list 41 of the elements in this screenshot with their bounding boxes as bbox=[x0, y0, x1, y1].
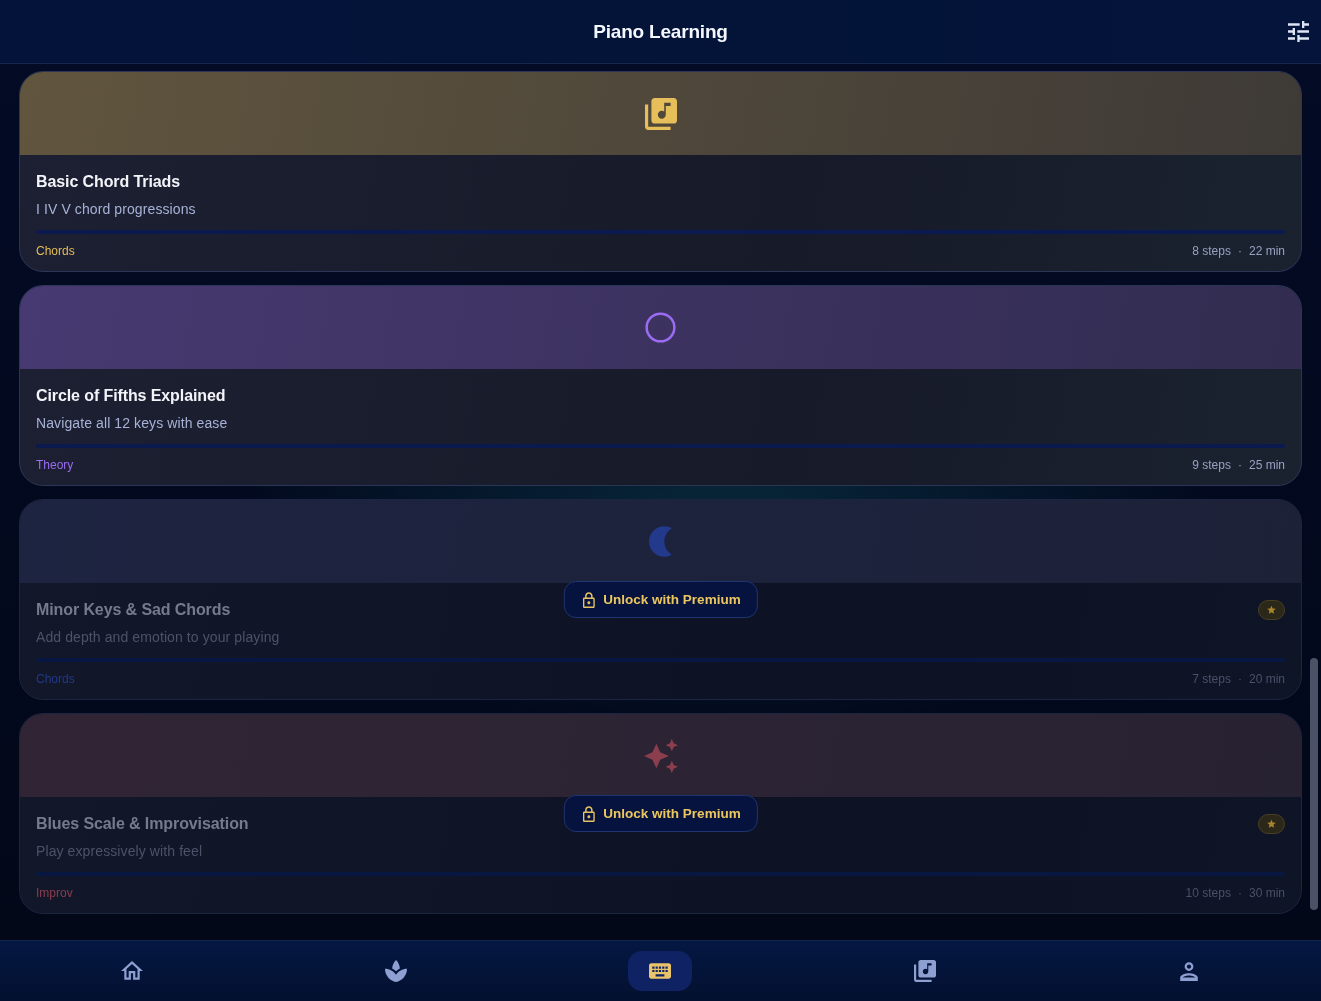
steps-count: 10 steps bbox=[1185, 886, 1231, 900]
lesson-card[interactable]: Basic Chord Triads I IV V chord progressions Chords 8 steps · 22 min bbox=[19, 71, 1302, 272]
lesson-title: Minor Keys & Sad Chords bbox=[36, 601, 231, 619]
steps-count: 8 steps bbox=[1192, 244, 1231, 258]
sliders-icon[interactable] bbox=[1288, 21, 1309, 42]
lock-icon bbox=[582, 591, 595, 608]
nav-tab[interactable] bbox=[628, 951, 693, 991]
duration-text: 30 min bbox=[1248, 886, 1285, 900]
lock-icon bbox=[582, 805, 595, 822]
person-icon[interactable] bbox=[1177, 960, 1200, 982]
separator-dot: · bbox=[1237, 672, 1242, 686]
page-title: Piano Learning bbox=[593, 20, 728, 43]
lotus-icon[interactable] bbox=[385, 960, 408, 982]
category-label: Chords bbox=[36, 244, 75, 258]
unlock-premium-button[interactable]: Unlock with Premium bbox=[563, 581, 758, 618]
home-icon[interactable] bbox=[121, 960, 144, 982]
music-library-icon[interactable] bbox=[913, 960, 936, 982]
separator-dot: · bbox=[1237, 458, 1242, 472]
duration-text: 25 min bbox=[1248, 458, 1285, 472]
category-label: Chords bbox=[36, 672, 75, 686]
separator-dot: · bbox=[1237, 886, 1242, 900]
duration-text: 22 min bbox=[1248, 244, 1285, 258]
separator-dot: · bbox=[1237, 244, 1242, 258]
lesson-subtitle: I IV V chord progressions bbox=[36, 200, 197, 219]
duration-text: 20 min bbox=[1248, 672, 1285, 686]
lesson-title: Basic Chord Triads bbox=[36, 173, 181, 191]
lesson-card[interactable]: Minor Keys & Sad Chords Add depth and emotion to your playing Chords 7 steps · 20 min Unlock with Premium bbox=[19, 499, 1302, 700]
lesson-card[interactable]: Circle of Fifths Explained Navigate all 12 keys with ease Theory 9 steps · 25 min bbox=[19, 285, 1302, 486]
lesson-subtitle: Navigate all 12 keys with ease bbox=[36, 414, 229, 433]
category-label: Improv bbox=[36, 886, 73, 900]
lesson-subtitle: Add depth and emotion to your playing bbox=[36, 628, 281, 647]
scrollbar-thumb[interactable] bbox=[1310, 658, 1318, 910]
lesson-subtitle: Play expressively with feel bbox=[36, 842, 204, 861]
lesson-title: Blues Scale & Improvisation bbox=[36, 815, 249, 833]
keyboard-icon[interactable] bbox=[649, 960, 672, 982]
category-label: Theory bbox=[36, 458, 74, 472]
steps-count: 7 steps bbox=[1192, 672, 1231, 686]
lesson-title: Circle of Fifths Explained bbox=[36, 387, 226, 405]
lesson-card[interactable]: Blues Scale & Improvisation Play expressively with feel Improv 10 steps · 30 min Unlock with Premium bbox=[19, 713, 1302, 914]
unlock-premium-button[interactable]: Unlock with Premium bbox=[563, 795, 758, 832]
steps-count: 9 steps bbox=[1192, 458, 1231, 472]
